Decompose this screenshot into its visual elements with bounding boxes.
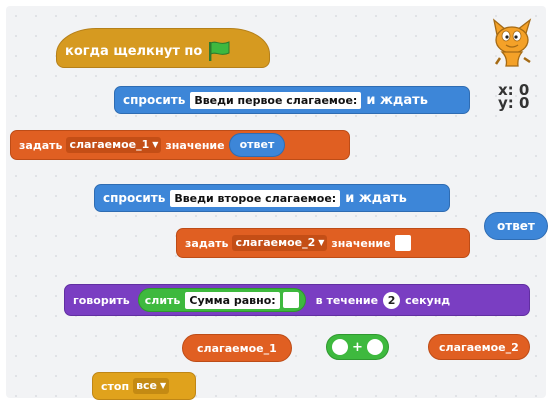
ask-question-input[interactable]: Введи первое слагаемое:: [190, 91, 362, 109]
ask-first-addend-block[interactable]: спросить Введи первое слагаемое: и ждать: [114, 86, 470, 114]
answer-reporter[interactable]: ответ: [228, 133, 286, 157]
stop-block[interactable]: стоп все ▼: [92, 372, 196, 400]
green-flag-icon: [206, 40, 232, 62]
variable-name: слагаемое_1: [69, 138, 150, 151]
stop-option: все: [136, 379, 158, 392]
join-label: слить: [144, 293, 181, 307]
stop-label: стоп: [101, 379, 130, 393]
left-operand-slot[interactable]: [332, 339, 348, 355]
when-flag-clicked-block[interactable]: когда щелкнут по: [56, 28, 270, 68]
variable-dropdown[interactable]: слагаемое_2 ▼: [232, 235, 328, 251]
right-operand-slot[interactable]: [366, 339, 383, 355]
ask-wait-label: и ждать: [366, 92, 428, 108]
say-label: говорить: [73, 293, 130, 307]
join-block[interactable]: слить Сумма равно:: [137, 288, 306, 312]
join-second-slot[interactable]: [282, 292, 299, 308]
chevron-down-icon: ▼: [152, 140, 159, 149]
variable-reporter-addend-1[interactable]: слагаемое_1: [182, 334, 292, 362]
variable-dropdown[interactable]: слагаемое_1 ▼: [66, 137, 162, 153]
join-text-input[interactable]: Сумма равно:: [185, 291, 280, 309]
sprite-coordinates: x: 0 y: 0: [498, 83, 530, 112]
answer-label: ответ: [497, 219, 535, 233]
say-for-secs-block[interactable]: говорить слить Сумма равно: в течение 2 …: [64, 284, 530, 316]
ask-wait-label: и ждать: [345, 190, 407, 206]
ask-question-input[interactable]: Введи второе слагаемое:: [170, 189, 341, 207]
variable-label: слагаемое_2: [439, 340, 519, 354]
set-label: задать: [185, 236, 229, 250]
ask-label: спросить: [123, 93, 186, 107]
set-label: задать: [19, 138, 63, 152]
chevron-down-icon: ▼: [160, 381, 167, 390]
ask-second-addend-block[interactable]: спросить Введи второе слагаемое: и ждать: [94, 184, 450, 212]
add-operator-block[interactable]: +: [326, 334, 389, 360]
hat-label: когда щелкнут по: [65, 43, 203, 59]
duration-unit: секунд: [405, 293, 451, 307]
chevron-down-icon: ▼: [318, 238, 325, 247]
value-slot[interactable]: [394, 235, 411, 251]
variable-reporter-addend-2[interactable]: слагаемое_2: [428, 334, 530, 360]
ask-label: спросить: [103, 191, 166, 205]
scratch-cat-icon[interactable]: [486, 14, 538, 70]
set-addend-1-block[interactable]: задать слагаемое_1 ▼ значение ответ: [10, 130, 350, 160]
duration-label: в течение: [315, 293, 379, 307]
plus-operator: +: [352, 339, 363, 355]
value-label: значение: [331, 236, 391, 250]
sprite-y: y: 0: [498, 94, 530, 112]
variable-name: слагаемое_2: [235, 236, 316, 249]
variable-label: слагаемое_1: [197, 341, 277, 355]
answer-reporter-block[interactable]: ответ: [484, 212, 548, 240]
duration-input[interactable]: 2: [383, 291, 401, 309]
stop-option-dropdown[interactable]: все ▼: [133, 378, 170, 394]
set-addend-2-block[interactable]: задать слагаемое_2 ▼ значение: [176, 228, 470, 258]
value-label: значение: [165, 138, 225, 152]
